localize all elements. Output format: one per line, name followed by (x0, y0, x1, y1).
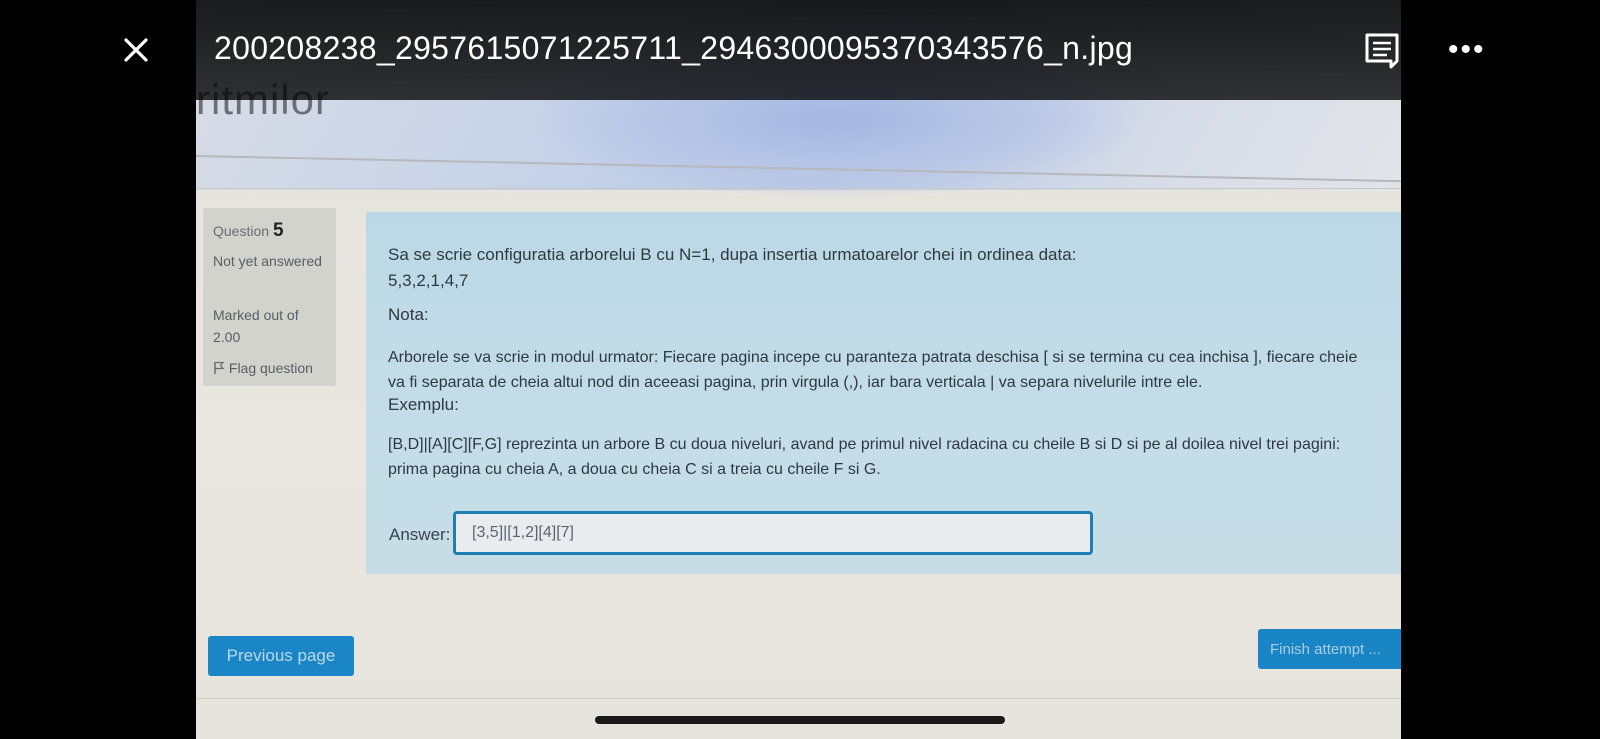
previous-page-button[interactable]: Previous page (208, 636, 354, 676)
answer-field[interactable]: [3,5]|[1,2][4][7] (453, 511, 1093, 555)
viewer-top-bar: 200208238_2957615071225711_2946300095370… (0, 0, 1600, 100)
more-horizontal-icon[interactable]: ••• (1448, 35, 1486, 65)
home-indicator[interactable] (595, 716, 1005, 724)
example-text: [B,D]|[A][C][F,G] reprezinta un arbore B… (388, 436, 1341, 478)
format-description: Arborele se va scrie in modul urmator: F… (388, 349, 1358, 391)
close-icon[interactable] (118, 32, 154, 68)
answer-label: Answer: (389, 525, 451, 544)
divider (196, 698, 1401, 699)
question-number: Question 5 (213, 220, 284, 242)
question-marks: Marked out of 2.00 (213, 307, 299, 345)
question-label: Question (213, 223, 270, 239)
question-content: Sa se scrie configuratia arborelui B cu … (366, 212, 1401, 574)
file-name: 200208238_2957615071225711_2946300095370… (214, 30, 1134, 66)
question-keys: 5,3,2,1,4,7 (388, 271, 469, 290)
flag-icon (214, 361, 225, 374)
flag-label: Flag question (228, 360, 313, 376)
flag-question-link[interactable]: Flag question (213, 360, 313, 376)
nota-label: Nota: (388, 305, 429, 324)
photo-content: ritmilor Question 5 Not yet answered Mar… (196, 0, 1401, 739)
divider (196, 188, 1401, 189)
finish-attempt-button[interactable]: Finish attempt ... (1258, 629, 1401, 669)
question-status: Not yet answered (213, 253, 322, 269)
question-text: Sa se scrie configuratia arborelui B cu … (388, 245, 1077, 264)
question-info-panel: Question 5 Not yet answered Marked out o… (203, 208, 336, 386)
comment-icon[interactable] (1362, 30, 1402, 70)
question-number-value: 5 (272, 220, 284, 241)
example-label: Exemplu: (388, 395, 459, 414)
